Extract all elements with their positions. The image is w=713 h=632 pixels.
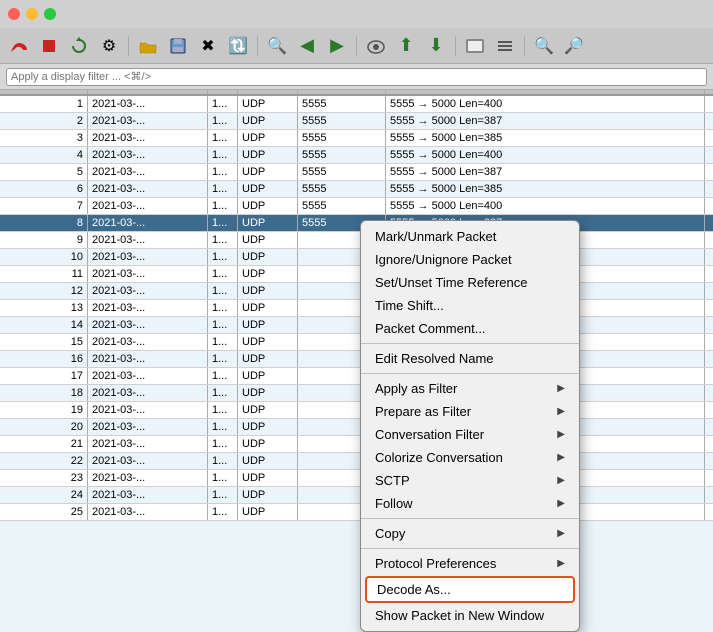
menu-item-follow[interactable]: Follow▶: [361, 492, 579, 515]
header-signal: [705, 90, 713, 94]
forward-icon[interactable]: ▶: [324, 33, 350, 59]
display-filter-input[interactable]: [6, 68, 707, 86]
table-row[interactable]: 102021-03-...1...UDPen=387: [0, 249, 713, 266]
header-dest: [208, 90, 238, 94]
table-row[interactable]: 252021-03-...1...UDPen=379: [0, 504, 713, 521]
menu-item-ignore-unignore-packet[interactable]: Ignore/Unignore Packet: [361, 248, 579, 271]
table-row[interactable]: 122021-03-...1...UDPen=385: [0, 283, 713, 300]
toolbar-separator-1: [128, 36, 129, 56]
menu-item-apply-as-filter[interactable]: Apply as Filter▶: [361, 377, 579, 400]
menu-item-protocol-preferences[interactable]: Protocol Preferences▶: [361, 552, 579, 575]
menu-item-show-packet-in-new-window[interactable]: Show Packet in New Window: [361, 604, 579, 627]
table-row[interactable]: 112021-03-...1...UDPen=387: [0, 266, 713, 283]
table-row[interactable]: 132021-03-...1...UDPen=400: [0, 300, 713, 317]
open-icon[interactable]: [135, 33, 161, 59]
packet-table: 12021-03-...1...UDP55555555 → 5000 Len=4…: [0, 90, 713, 521]
table-row[interactable]: 172021-03-...1...UDPen=387: [0, 368, 713, 385]
menu-item-prepare-as-filter[interactable]: Prepare as Filter▶: [361, 400, 579, 423]
minimize-window-button[interactable]: [26, 8, 38, 20]
toolbar-separator-4: [455, 36, 456, 56]
capture-icon[interactable]: [363, 33, 389, 59]
toolbar-separator-5: [524, 36, 525, 56]
table-row[interactable]: 222021-03-...1...UDPen=400: [0, 453, 713, 470]
submenu-arrow-icon: ▶: [557, 406, 565, 417]
header-info: [386, 90, 705, 94]
menu-item-copy[interactable]: Copy▶: [361, 522, 579, 545]
table-row[interactable]: 152021-03-...1...UDPen=385: [0, 334, 713, 351]
reload-icon[interactable]: 🔃: [225, 33, 251, 59]
header-source-port: [298, 90, 386, 94]
submenu-arrow-icon: ▶: [557, 558, 565, 569]
save-icon[interactable]: [165, 33, 191, 59]
table-row[interactable]: 142021-03-...1...UDPen=387: [0, 317, 713, 334]
context-menu: Mark/Unmark PacketIgnore/Unignore Packet…: [360, 220, 580, 632]
main-toolbar: ⚙ ✖ 🔃 🔍 ◀ ▶ ⬆ ⬇ 🔍 🔎: [0, 28, 713, 64]
menu-item-set-unset-time-reference[interactable]: Set/Unset Time Reference: [361, 271, 579, 294]
table-row[interactable]: 62021-03-...1...UDP55555555 → 5000 Len=3…: [0, 181, 713, 198]
header-no: [0, 90, 88, 94]
table-row[interactable]: 82021-03-...1...UDP55555555 → 5000 Len=3…: [0, 215, 713, 232]
toolbar-separator-2: [257, 36, 258, 56]
menu-separator: [361, 548, 579, 549]
table-row[interactable]: 52021-03-...1...UDP55555555 → 5000 Len=3…: [0, 164, 713, 181]
view-icon[interactable]: [462, 33, 488, 59]
submenu-arrow-icon: ▶: [557, 452, 565, 463]
table-row[interactable]: 22021-03-...1...UDP55555555 → 5000 Len=3…: [0, 113, 713, 130]
menu-item-edit-resolved-name[interactable]: Edit Resolved Name: [361, 347, 579, 370]
table-row[interactable]: 42021-03-...1...UDP55555555 → 5000 Len=4…: [0, 147, 713, 164]
table-row[interactable]: 182021-03-...1...UDPen=385: [0, 385, 713, 402]
table-row[interactable]: 212021-03-...1...UDPen=385: [0, 436, 713, 453]
toolbar-separator-3: [356, 36, 357, 56]
table-row[interactable]: 162021-03-...1...UDPen=400: [0, 351, 713, 368]
menu-item-colorize-conversation[interactable]: Colorize Conversation▶: [361, 446, 579, 469]
menu-item-sctp[interactable]: SCTP▶: [361, 469, 579, 492]
menu-separator: [361, 373, 579, 374]
submenu-arrow-icon: ▶: [557, 498, 565, 509]
header-time: [88, 90, 208, 94]
submenu-arrow-icon: ▶: [557, 383, 565, 394]
table-row[interactable]: 242021-03-...1...UDPen=385: [0, 487, 713, 504]
back-icon[interactable]: ◀: [294, 33, 320, 59]
settings-icon[interactable]: ⚙: [96, 33, 122, 59]
menu-separator: [361, 343, 579, 344]
submenu-arrow-icon: ▶: [557, 528, 565, 539]
table-row[interactable]: 92021-03-...1...UDPen=385: [0, 232, 713, 249]
table-row[interactable]: 32021-03-...1...UDP55555555 → 5000 Len=3…: [0, 130, 713, 147]
maximize-window-button[interactable]: [44, 8, 56, 20]
search-icon[interactable]: 🔍: [264, 33, 290, 59]
menu-item-mark-unmark-packet[interactable]: Mark/Unmark Packet: [361, 225, 579, 248]
filter-bar: [0, 64, 713, 90]
table-row[interactable]: 72021-03-...1...UDP55555555 → 5000 Len=4…: [0, 198, 713, 215]
table-body: 12021-03-...1...UDP55555555 → 5000 Len=4…: [0, 96, 713, 521]
table-row[interactable]: 192021-03-...1...UDPen=400: [0, 402, 713, 419]
table-row[interactable]: 232021-03-...1...UDPen=385: [0, 470, 713, 487]
zoom-in-icon[interactable]: 🔍: [531, 33, 557, 59]
menu-item-packet-comment-[interactable]: Packet Comment...: [361, 317, 579, 340]
up-icon[interactable]: ⬆: [393, 33, 419, 59]
submenu-arrow-icon: ▶: [557, 429, 565, 440]
menu-separator: [361, 518, 579, 519]
restart-icon[interactable]: [66, 33, 92, 59]
zoom-out-icon[interactable]: 🔎: [561, 33, 587, 59]
close-file-icon[interactable]: ✖: [195, 33, 221, 59]
menu-item-time-shift-[interactable]: Time Shift...: [361, 294, 579, 317]
submenu-arrow-icon: ▶: [557, 475, 565, 486]
title-bar: [0, 0, 713, 28]
header-protocol: [238, 90, 298, 94]
list-icon[interactable]: [492, 33, 518, 59]
down-icon[interactable]: ⬇: [423, 33, 449, 59]
close-window-button[interactable]: [8, 8, 20, 20]
stop-icon[interactable]: [36, 33, 62, 59]
menu-item-conversation-filter[interactable]: Conversation Filter▶: [361, 423, 579, 446]
table-row[interactable]: 202021-03-...1...UDPen=387: [0, 419, 713, 436]
menu-item-decode-as-[interactable]: Decode As...: [365, 576, 575, 603]
shark-fin-icon[interactable]: [6, 33, 32, 59]
table-row[interactable]: 12021-03-...1...UDP55555555 → 5000 Len=4…: [0, 96, 713, 113]
